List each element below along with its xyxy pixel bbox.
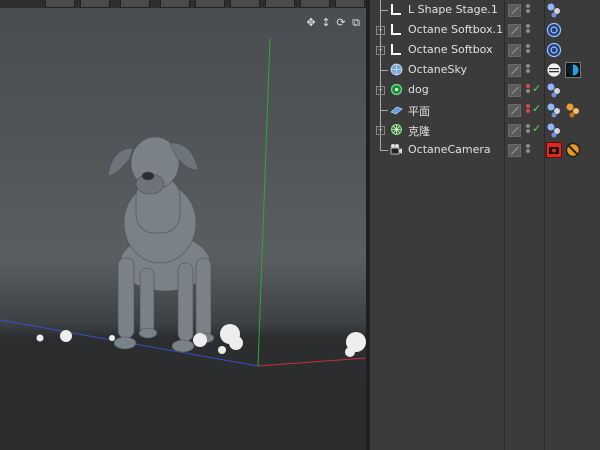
object-row[interactable]: + 克隆 ✓	[370, 120, 600, 140]
object-name[interactable]: OctaneSky	[408, 63, 467, 76]
visibility-toggle[interactable]	[508, 84, 521, 97]
toolbar-button[interactable]	[230, 0, 260, 8]
render-dots[interactable]	[525, 3, 531, 17]
environment-tag-icon[interactable]	[546, 62, 562, 78]
object-row[interactable]: OctaneCamera	[370, 140, 600, 160]
lshape-icon	[391, 4, 401, 15]
hierarchy-line	[380, 10, 388, 11]
object-row[interactable]: + Octane Softbox	[370, 40, 600, 60]
object-manager: L Shape Stage.1 + Octane Softbox.1 + Oct…	[370, 0, 600, 450]
object-row[interactable]: OctaneSky	[370, 60, 600, 80]
toolbar-button[interactable]	[195, 0, 225, 8]
expand-toggle[interactable]: +	[376, 46, 385, 55]
object-row[interactable]: L Shape Stage.1	[370, 0, 600, 20]
visibility-toggle[interactable]	[508, 124, 521, 137]
visibility-toggle[interactable]	[508, 64, 521, 77]
lshape-icon	[391, 24, 401, 35]
object-name[interactable]: L Shape Stage.1	[408, 3, 498, 16]
sky-sphere-icon	[390, 63, 403, 76]
lshape-icon	[391, 44, 401, 55]
hierarchy-line	[380, 70, 388, 71]
toolbar-button[interactable]	[300, 0, 330, 8]
render-dots[interactable]	[525, 23, 531, 37]
material-tag-icon[interactable]	[546, 82, 562, 98]
visibility-toggle[interactable]	[508, 44, 521, 57]
scene-render	[0, 37, 366, 367]
softbox-tag-icon[interactable]	[546, 42, 562, 58]
y-axis-line	[257, 37, 271, 367]
material-tag-icon[interactable]	[546, 2, 562, 18]
camera-icon	[390, 144, 402, 155]
toolbar-button[interactable]	[265, 0, 295, 8]
object-name[interactable]: 克隆	[408, 123, 430, 139]
main-toolbar	[0, 0, 368, 8]
expand-toggle[interactable]: +	[376, 86, 385, 95]
plane-icon	[390, 106, 403, 115]
object-name[interactable]: Octane Softbox.1	[408, 23, 503, 36]
render-dots[interactable]	[525, 63, 531, 77]
render-dots[interactable]	[525, 43, 531, 57]
object-name[interactable]: dog	[408, 83, 429, 96]
dog-model[interactable]	[107, 136, 215, 353]
camera-tag-icon[interactable]	[546, 142, 562, 158]
enabled-check-icon[interactable]: ✓	[532, 82, 541, 95]
object-row[interactable]: + dog ✓	[370, 80, 600, 100]
visibility-toggle[interactable]	[508, 144, 521, 157]
object-tag-icon[interactable]	[565, 102, 581, 118]
object-name[interactable]: 平面	[408, 103, 430, 119]
hierarchy-line	[380, 110, 388, 111]
material-tag-icon[interactable]	[546, 122, 562, 138]
toolbar-button[interactable]	[335, 0, 365, 8]
visibility-tag-icon[interactable]	[565, 62, 581, 78]
null-object-icon	[390, 83, 403, 96]
protection-tag-icon[interactable]	[565, 142, 581, 158]
toolbar-button[interactable]	[120, 0, 150, 8]
x-axis-line	[257, 357, 366, 367]
object-row[interactable]: 平面 ✓	[370, 100, 600, 120]
object-name[interactable]: Octane Softbox	[408, 43, 493, 56]
toolbar-button[interactable]	[160, 0, 190, 8]
3d-viewport[interactable]: ✥ ↕ ⟳ ⧉	[0, 8, 366, 450]
material-tag-icon[interactable]	[546, 102, 562, 118]
visibility-toggle[interactable]	[508, 4, 521, 17]
cloner-icon	[391, 124, 402, 135]
visibility-toggle[interactable]	[508, 104, 521, 117]
expand-toggle[interactable]: +	[376, 26, 385, 35]
enabled-check-icon[interactable]: ✓	[532, 122, 541, 135]
expand-toggle[interactable]: +	[376, 126, 385, 135]
render-dots[interactable]	[525, 83, 531, 97]
visibility-toggle[interactable]	[508, 24, 521, 37]
softbox-tag-icon[interactable]	[546, 22, 562, 38]
object-row[interactable]: + Octane Softbox.1	[370, 20, 600, 40]
render-dots[interactable]	[525, 103, 531, 117]
hierarchy-line	[380, 150, 388, 151]
render-dots[interactable]	[525, 123, 531, 137]
enabled-check-icon[interactable]: ✓	[532, 102, 541, 115]
object-name[interactable]: OctaneCamera	[408, 143, 491, 156]
render-dots[interactable]	[525, 143, 531, 157]
toolbar-button[interactable]	[80, 0, 110, 8]
toolbar-button[interactable]	[45, 0, 75, 8]
